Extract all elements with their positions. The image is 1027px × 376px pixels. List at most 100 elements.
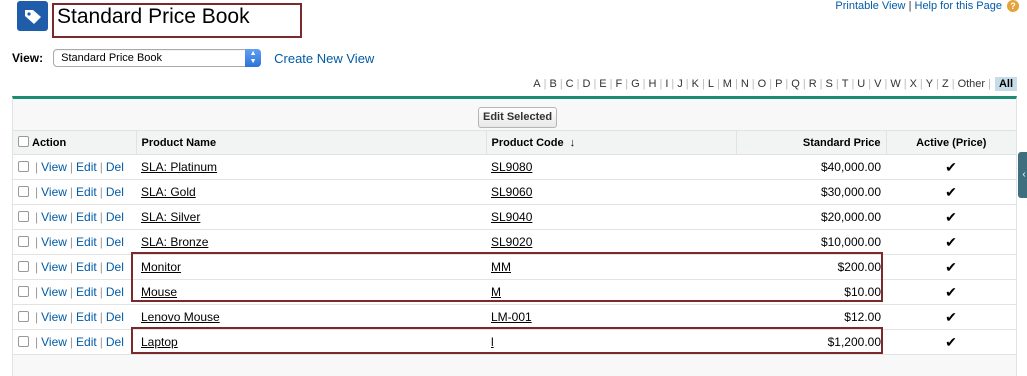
action-separator: | [69, 310, 74, 324]
alphabet-filter-u[interactable]: U [854, 78, 868, 90]
del-link[interactable]: Del [106, 160, 124, 174]
alphabet-filter-k[interactable]: K [689, 78, 702, 90]
alphabet-filter-d[interactable]: D [579, 78, 593, 90]
view-link[interactable]: View [41, 235, 67, 249]
alphabet-filter-g[interactable]: G [628, 78, 643, 90]
select-all-checkbox[interactable] [18, 136, 29, 147]
alphabet-filter-y[interactable]: Y [923, 78, 936, 90]
product-code-link[interactable]: M [491, 285, 501, 299]
product-name-link[interactable]: Laptop [141, 335, 178, 349]
edit-link[interactable]: Edit [76, 235, 97, 249]
alphabet-filter-a[interactable]: A [530, 78, 543, 90]
view-link[interactable]: View [41, 210, 67, 224]
product-code-link[interactable]: SL9040 [491, 210, 532, 224]
product-code-link[interactable]: SL9080 [491, 160, 532, 174]
view-link[interactable]: View [41, 285, 67, 299]
edit-link[interactable]: Edit [76, 210, 97, 224]
view-link[interactable]: View [41, 335, 67, 349]
row-checkbox[interactable] [18, 336, 29, 347]
action-separator: | [99, 310, 103, 324]
product-name-link[interactable]: SLA: Gold [141, 185, 196, 199]
alphabet-filter-o[interactable]: O [755, 78, 770, 90]
header-product-code[interactable]: Product Code ↓ [486, 130, 737, 155]
del-link[interactable]: Del [106, 235, 124, 249]
action-separator: | [69, 335, 74, 349]
alphabet-filter-b[interactable]: B [546, 78, 559, 90]
product-name-cell: SLA: Gold [136, 179, 486, 205]
alphabet-filter-e[interactable]: E [596, 78, 609, 90]
alphabet-filter-all[interactable]: All [994, 76, 1017, 91]
edit-link[interactable]: Edit [76, 160, 97, 174]
alphabet-filter-q[interactable]: Q [788, 78, 803, 90]
product-name-link[interactable]: Mouse [141, 285, 177, 299]
alphabet-filter-t[interactable]: T [839, 78, 852, 90]
table-row: | View | Edit | Del SLA: Platinum SL9080 $40,000… [13, 154, 1016, 180]
edit-link[interactable]: Edit [76, 185, 97, 199]
product-name-link[interactable]: SLA: Silver [141, 210, 200, 224]
product-name-link[interactable]: SLA: Bronze [141, 235, 208, 249]
product-name-link[interactable]: SLA: Platinum [141, 160, 217, 174]
product-code-link[interactable]: MM [491, 260, 511, 274]
view-link[interactable]: View [41, 160, 67, 174]
product-code-link[interactable]: LM-001 [491, 310, 532, 324]
edit-link[interactable]: Edit [76, 285, 97, 299]
alphabet-filter-i[interactable]: I [662, 78, 671, 90]
alphabet-filter-w[interactable]: W [887, 78, 903, 90]
row-checkbox[interactable] [18, 286, 29, 297]
edit-selected-button[interactable]: Edit Selected [478, 107, 558, 128]
alphabet-filter-l[interactable]: L [705, 78, 717, 90]
row-checkbox[interactable] [18, 186, 29, 197]
del-link[interactable]: Del [106, 260, 124, 274]
alphabet-filter-n[interactable]: N [738, 78, 752, 90]
alphabet-filter-s[interactable]: S [823, 78, 836, 90]
view-link[interactable]: View [41, 185, 67, 199]
alphabet-filter-f[interactable]: F [613, 78, 626, 90]
table-row: | View | Edit | Del SLA: Bronze SL9020 $10,000.0… [13, 229, 1016, 255]
alphabet-filter-h[interactable]: H [646, 78, 660, 90]
view-select[interactable]: Standard Price Book ▲ ▼ [53, 49, 262, 67]
del-link[interactable]: Del [106, 310, 124, 324]
edit-link[interactable]: Edit [76, 335, 97, 349]
product-code-link[interactable]: SL9060 [491, 185, 532, 199]
help-icon[interactable]: ? [1007, 0, 1019, 12]
edit-link[interactable]: Edit [76, 310, 97, 324]
product-name-link[interactable]: Monitor [141, 260, 181, 274]
del-link[interactable]: Del [106, 335, 124, 349]
alphabet-filter-m[interactable]: M [720, 78, 735, 90]
action-separator: | [35, 335, 39, 349]
view-link[interactable]: View [41, 260, 67, 274]
del-link[interactable]: Del [106, 210, 124, 224]
product-code-link[interactable]: l [491, 335, 494, 349]
header-action[interactable]: Action [13, 130, 137, 155]
alphabet-filter-j[interactable]: J [674, 78, 686, 90]
alphabet-filter-r[interactable]: R [806, 78, 820, 90]
row-checkbox[interactable] [18, 311, 29, 322]
alphabet-filter-c[interactable]: C [563, 78, 577, 90]
edit-link[interactable]: Edit [76, 260, 97, 274]
row-checkbox[interactable] [18, 161, 29, 172]
alphabet-filter-other[interactable]: Other [955, 78, 989, 90]
printable-view-link[interactable]: Printable View [835, 0, 905, 12]
create-new-view-link[interactable]: Create New View [274, 51, 374, 66]
sidebar-toggle-tab[interactable]: ‹ [1018, 152, 1027, 198]
header-standard-price[interactable]: Standard Price [736, 130, 887, 155]
product-name-cell: Laptop [136, 329, 486, 355]
header-product-name[interactable]: Product Name [136, 130, 487, 155]
action-separator: | [35, 310, 39, 324]
checkmark-icon: ✔ [886, 279, 1016, 305]
help-link[interactable]: Help for this Page [915, 0, 1002, 12]
alphabet-filter-z[interactable]: Z [939, 78, 952, 90]
alphabet-filter-x[interactable]: X [907, 78, 920, 90]
row-checkbox[interactable] [18, 261, 29, 272]
alphabet-filter-p[interactable]: P [772, 78, 785, 90]
row-actions: | View | Edit | Del [13, 179, 136, 205]
product-code-link[interactable]: SL9020 [491, 235, 532, 249]
alphabet-filter-v[interactable]: V [871, 78, 884, 90]
row-checkbox[interactable] [18, 236, 29, 247]
header-active-price[interactable]: Active (Price) [886, 130, 1016, 155]
del-link[interactable]: Del [106, 185, 124, 199]
del-link[interactable]: Del [106, 285, 124, 299]
product-name-link[interactable]: Lenovo Mouse [141, 310, 220, 324]
view-link[interactable]: View [41, 310, 67, 324]
row-checkbox[interactable] [18, 211, 29, 222]
